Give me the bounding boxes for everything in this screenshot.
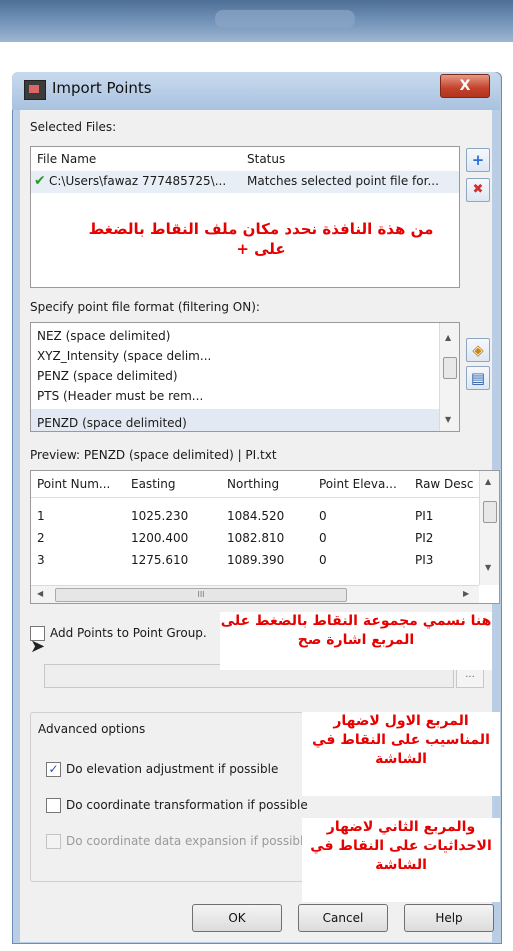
scroll-down-icon[interactable]: ▼ [485, 563, 491, 572]
column-header[interactable]: Northing [227, 477, 279, 491]
scroll-up-icon[interactable]: ▲ [485, 477, 491, 486]
format-item[interactable]: PTS (Header must be rem... [37, 389, 203, 403]
column-header[interactable]: Raw Desc [415, 477, 474, 491]
copy-format-button[interactable]: ▤ [466, 366, 490, 390]
table-cell: PI3 [415, 553, 434, 567]
table-cell: 0 [319, 531, 327, 545]
scroll-thumb[interactable] [443, 357, 457, 379]
scroll-thumb[interactable] [483, 501, 497, 523]
coordinate-transformation-checkbox[interactable] [46, 798, 61, 813]
table-cell: 2 [37, 531, 45, 545]
add-to-point-group-label: Add Points to Point Group. [50, 626, 207, 640]
first-box-annotation: المربع الاول لاضهار المناسيب على النقاط … [302, 712, 500, 796]
close-button[interactable]: X [440, 74, 490, 98]
table-cell: 1082.810 [227, 531, 285, 545]
column-header[interactable]: Point Num... [37, 477, 110, 491]
check-icon: ✔ [34, 173, 46, 189]
table-row[interactable]: ✔ C:\Users\fawaz 777485725\... Matches s… [31, 171, 459, 193]
advanced-options-label: Advanced options [38, 722, 146, 736]
files-annotation: من هذة النافذة نحدد مكان ملف النقاط بالض… [71, 219, 451, 267]
selected-files-label: Selected Files: [30, 120, 117, 134]
second-box-annotation: والمربع الثاني لاضهار الاحداثيات على الن… [302, 818, 500, 902]
coordinate-expansion-label: Do coordinate data expansion if possible [66, 834, 311, 848]
table-cell: 1200.400 [131, 531, 189, 545]
blurred-title [215, 10, 355, 28]
column-header-status[interactable]: Status [247, 152, 285, 166]
table-cell: 0 [319, 553, 327, 567]
import-points-icon [24, 80, 46, 100]
copy-format-icon: ▤ [470, 369, 486, 387]
format-item-label: PENZD (space delimited) [37, 416, 187, 430]
format-manager-icon: ◈ [472, 341, 484, 359]
background-window-strip [0, 42, 513, 68]
scroll-right-icon[interactable]: ▶ [463, 589, 469, 598]
table-cell: 1084.520 [227, 509, 285, 523]
column-header[interactable]: Point Eleva... [319, 477, 397, 491]
delete-icon: ✖ [472, 182, 484, 197]
scroll-up-icon[interactable]: ▲ [445, 333, 451, 342]
status-cell: Matches selected point file for... [247, 174, 439, 188]
cancel-button[interactable]: Cancel [298, 904, 388, 932]
table-cell: PI1 [415, 509, 434, 523]
table-cell: PI2 [415, 531, 434, 545]
dialog-title: Import Points [52, 79, 152, 97]
preview-label: Preview: PENZD (space delimited) | PI.tx… [30, 448, 277, 462]
format-manager-button[interactable]: ◈ [466, 338, 490, 362]
group-annotation: هنا نسمي مجموعة النقاط بالضغط على المربع… [220, 612, 492, 670]
mouse-cursor-icon: ➤ [30, 636, 46, 657]
scroll-left-icon[interactable]: ◀ [37, 589, 43, 598]
checkmark-icon: ✓ [48, 762, 59, 776]
format-item[interactable]: NEZ (space delimited) [37, 329, 170, 343]
table-cell: 3 [37, 553, 45, 567]
table-cell: 1275.610 [131, 553, 189, 567]
table-cell: 1089.390 [227, 553, 285, 567]
format-label: Specify point file format (filtering ON)… [30, 300, 260, 314]
file-name-cell: C:\Users\fawaz 777485725\... [49, 174, 227, 188]
format-item[interactable]: XYZ_Intensity (space delim... [37, 349, 211, 363]
table-cell: 1025.230 [131, 509, 189, 523]
scroll-down-icon[interactable]: ▼ [445, 415, 451, 424]
preview-horizontal-scrollbar[interactable]: ◀ III ▶ [31, 585, 479, 603]
coordinate-expansion-checkbox[interactable] [46, 834, 61, 849]
header-divider [31, 497, 479, 498]
format-item[interactable]: PENZ (space delimited) [37, 369, 178, 383]
elevation-adjustment-checkbox[interactable]: ✓ [46, 762, 61, 777]
column-header-file-name[interactable]: File Name [37, 152, 96, 166]
preview-vertical-scrollbar[interactable]: ▲ ▼ [479, 471, 499, 585]
remove-file-button[interactable]: ✖ [466, 178, 490, 202]
scroll-thumb[interactable]: III [55, 588, 347, 602]
add-file-button[interactable]: + [466, 148, 490, 172]
selected-files-list[interactable]: File Name Status ✔ C:\Users\fawaz 777485… [30, 146, 460, 288]
format-item-selected[interactable]: PENZD (space delimited) [31, 409, 439, 431]
table-row[interactable]: 2 1200.400 1082.810 0 PI2 [31, 527, 479, 547]
background-window-titlebar [0, 0, 513, 42]
ok-button[interactable]: OK [192, 904, 282, 932]
coordinate-transformation-label: Do coordinate transformation if possible [66, 798, 308, 812]
format-list[interactable]: NEZ (space delimited) XYZ_Intensity (spa… [30, 322, 460, 432]
table-row[interactable]: 1 1025.230 1084.520 0 PI1 [31, 505, 479, 525]
column-header[interactable]: Easting [131, 477, 175, 491]
format-scrollbar[interactable]: ▲ ▼ [439, 323, 459, 431]
help-button[interactable]: Help [404, 904, 494, 932]
table-cell: 1 [37, 509, 45, 523]
elevation-adjustment-label: Do elevation adjustment if possible [66, 762, 279, 776]
plus-icon: + [471, 151, 485, 169]
preview-table[interactable]: Point Num... Easting Northing Point Elev… [30, 470, 500, 604]
table-cell: 0 [319, 509, 327, 523]
table-row[interactable]: 3 1275.610 1089.390 0 PI3 [31, 549, 479, 569]
